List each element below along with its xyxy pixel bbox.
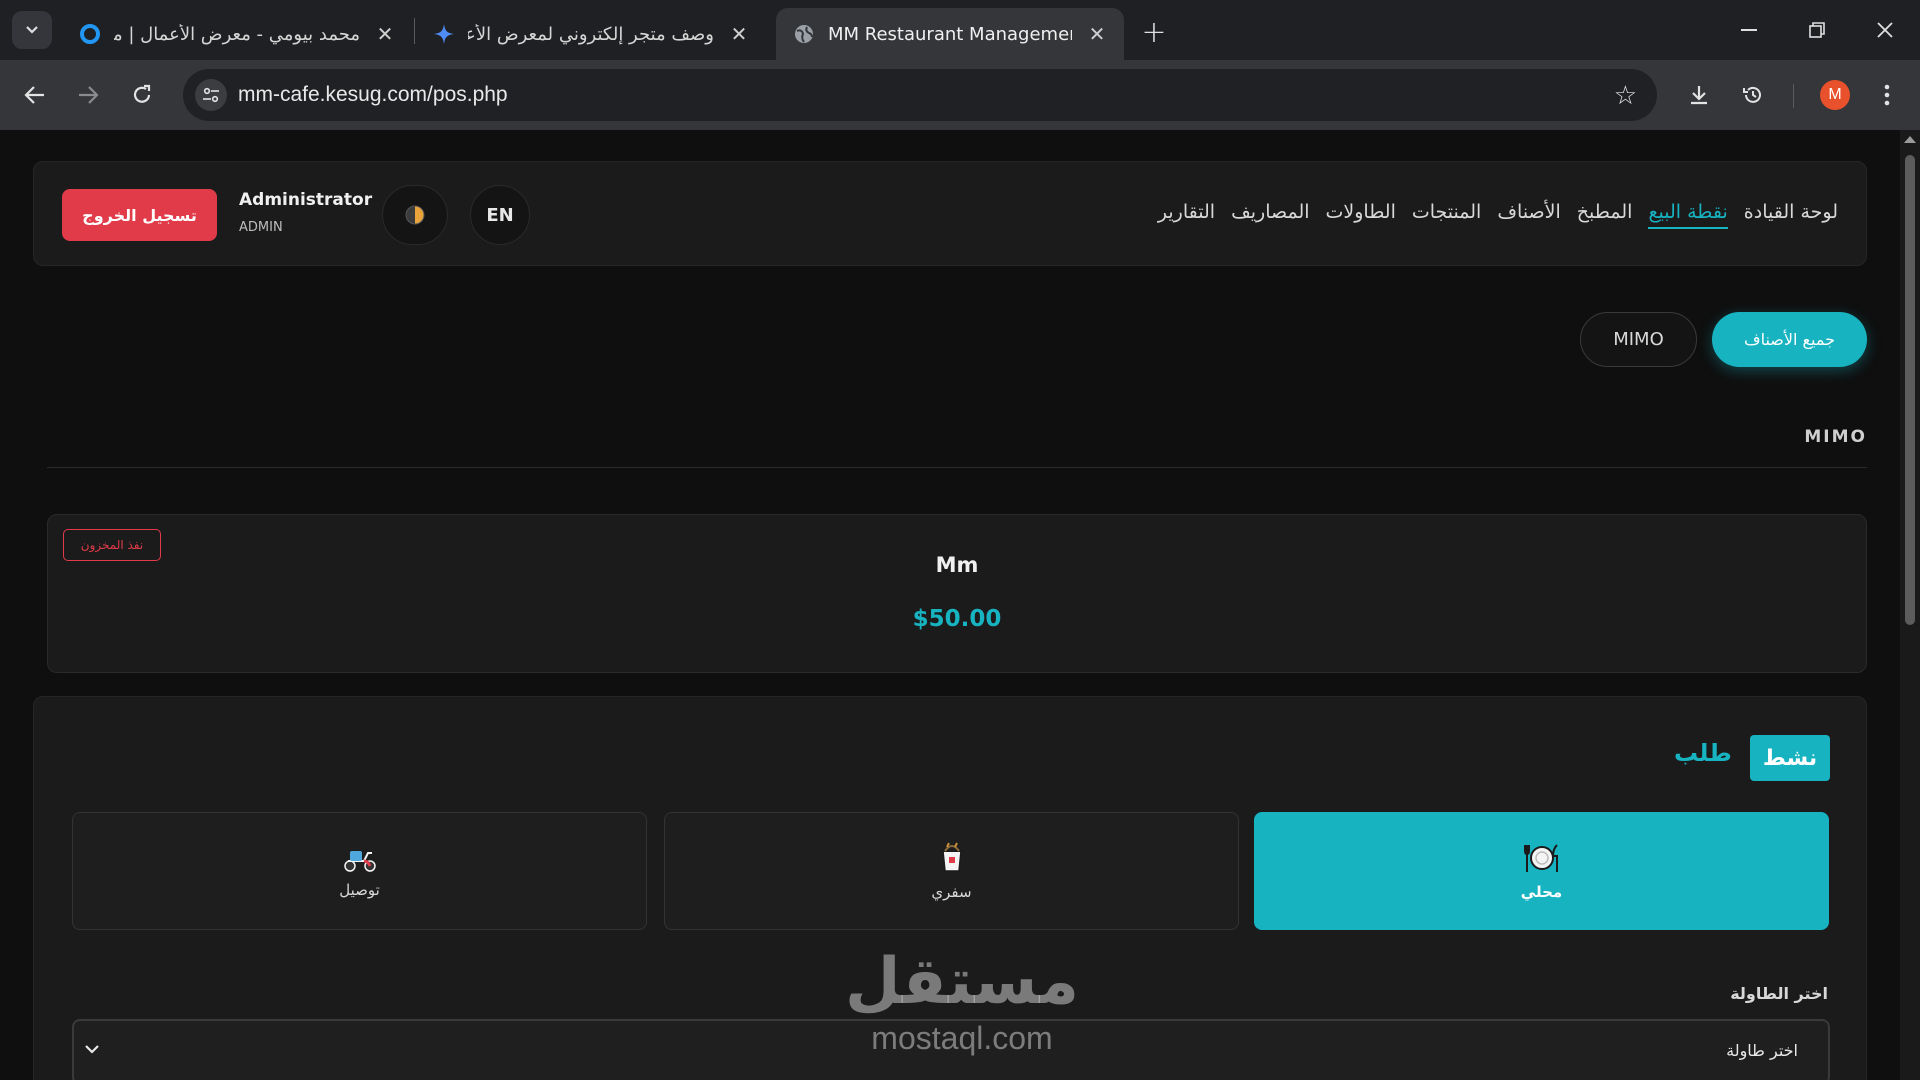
downloads-button[interactable]	[1679, 75, 1719, 115]
browser-toolbar: mm-cafe.kesug.com/pos.php ☆ M	[0, 60, 1920, 130]
chevron-down-icon	[26, 26, 38, 34]
pos-page: لوحة القيادة نقطة البيع المطبخ الأصناف ا…	[0, 130, 1900, 1080]
order-panel: نشط طلب محلي سفري توصيل اختر الطاولة اخت…	[33, 696, 1867, 1080]
user-role: ADMIN	[239, 220, 283, 235]
category-section-title: MIMO	[1804, 427, 1867, 447]
scrollbar-thumb[interactable]	[1905, 155, 1915, 625]
order-title: طلب	[1674, 739, 1732, 767]
download-icon	[1691, 86, 1707, 105]
nav-tables[interactable]: الطاولات	[1326, 201, 1396, 229]
product-card[interactable]: نفذ المخزون Mm $50.00	[47, 514, 1867, 673]
nav-kitchen[interactable]: المطبخ	[1577, 201, 1633, 229]
page-scrollbar[interactable]	[1900, 130, 1920, 1080]
tab-title: محمد بيومي - معرض الأعمال | مس	[114, 23, 360, 45]
back-button[interactable]	[15, 75, 55, 115]
site-settings-icon[interactable]	[195, 79, 227, 111]
scroll-up-icon[interactable]	[1904, 136, 1916, 143]
reload-icon	[133, 84, 151, 103]
tab-title: وصف متجر إلكتروني لمعرض الأعمال	[468, 23, 714, 45]
table-select-value: اختر طاولة	[1726, 1041, 1798, 1060]
order-type-dine-in[interactable]: محلي	[1254, 812, 1829, 930]
close-window-button[interactable]	[1862, 10, 1908, 50]
nav-products[interactable]: المنتجات	[1412, 201, 1481, 229]
bookmark-star-icon[interactable]: ☆	[1614, 81, 1637, 111]
restore-icon	[1809, 22, 1825, 38]
app-header: لوحة القيادة نقطة البيع المطبخ الأصناف ا…	[33, 161, 1867, 266]
tab-search-button[interactable]	[12, 11, 52, 49]
category-mimo-button[interactable]: MIMO	[1580, 312, 1697, 367]
forward-button[interactable]	[68, 75, 108, 115]
browser-tab-bar: محمد بيومي - معرض الأعمال | مس ✕ وصف متج…	[0, 0, 1920, 60]
table-select[interactable]: اختر طاولة	[72, 1019, 1830, 1080]
close-icon[interactable]: ✕	[728, 22, 750, 46]
reload-button[interactable]	[122, 75, 162, 115]
plate-icon	[1523, 844, 1558, 872]
logout-button[interactable]: تسجيل الخروج	[62, 189, 217, 241]
browser-tab-2[interactable]: وصف متجر إلكتروني لمعرض الأعمال ✕	[416, 8, 766, 60]
section-divider	[47, 467, 1867, 468]
order-type-delivery[interactable]: توصيل	[72, 812, 647, 930]
nav-expenses[interactable]: المصاريف	[1231, 201, 1309, 229]
main-nav: لوحة القيادة نقطة البيع المطبخ الأصناف ا…	[1158, 201, 1838, 229]
profile-avatar[interactable]: M	[1820, 80, 1850, 110]
tab-divider	[414, 18, 415, 44]
product-name: Mm	[935, 553, 979, 577]
circle-logo-icon	[78, 22, 102, 46]
address-bar[interactable]: mm-cafe.kesug.com/pos.php ☆	[183, 69, 1657, 121]
scooter-icon	[343, 851, 376, 872]
minimize-icon	[1741, 29, 1757, 31]
product-price: $50.00	[912, 606, 1002, 632]
order-type-label: توصيل	[339, 881, 380, 899]
browser-tab-1[interactable]: محمد بيومي - معرض الأعمال | مس ✕	[62, 8, 412, 60]
chevron-down-icon	[84, 1039, 100, 1060]
theme-toggle-icon	[405, 205, 425, 225]
browser-menu-button[interactable]	[1872, 75, 1902, 115]
close-icon[interactable]: ✕	[1086, 22, 1108, 46]
close-icon[interactable]: ✕	[374, 22, 396, 46]
nav-categories[interactable]: الأصناف	[1497, 201, 1560, 229]
nav-reports[interactable]: التقارير	[1158, 201, 1215, 229]
minimize-button[interactable]	[1726, 10, 1772, 50]
order-status-badge: نشط	[1750, 735, 1830, 781]
browser-tab-active[interactable]: MM Restaurant Management ✕	[776, 8, 1124, 60]
category-all-button[interactable]: جميع الأصناف	[1712, 312, 1867, 367]
order-type-label: سفري	[931, 883, 972, 901]
globe-icon	[792, 22, 816, 46]
more-vert-icon	[1884, 84, 1890, 106]
tab-title: MM Restaurant Management	[828, 23, 1072, 45]
theme-toggle-button[interactable]	[382, 185, 448, 245]
order-type-label: محلي	[1520, 883, 1563, 901]
arrow-left-icon	[24, 86, 44, 104]
history-button[interactable]	[1733, 75, 1773, 115]
history-icon	[1743, 86, 1761, 103]
sparkle-icon	[432, 22, 456, 46]
url-text[interactable]: mm-cafe.kesug.com/pos.php	[238, 83, 508, 107]
restore-button[interactable]	[1794, 10, 1840, 50]
new-tab-button[interactable]: +	[1136, 14, 1172, 50]
language-toggle-button[interactable]: EN	[470, 185, 530, 245]
nav-pos[interactable]: نقطة البيع	[1648, 201, 1728, 229]
toolbar-divider	[1793, 84, 1794, 108]
nav-dashboard[interactable]: لوحة القيادة	[1744, 201, 1838, 229]
takeaway-box-icon	[940, 842, 963, 872]
table-select-label: اختر الطاولة	[1730, 984, 1828, 1003]
order-type-takeaway[interactable]: سفري	[664, 812, 1239, 930]
arrow-right-icon	[79, 86, 99, 104]
close-icon	[1877, 22, 1893, 38]
user-name: Administrator	[239, 190, 373, 210]
